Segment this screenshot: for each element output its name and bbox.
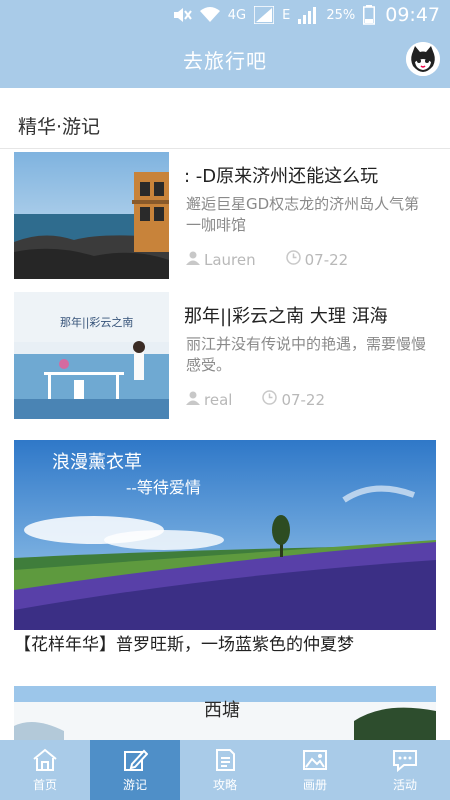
user-icon xyxy=(186,391,200,409)
article-meta: real 07-22 xyxy=(186,390,325,409)
article-meta: Lauren 07-22 xyxy=(186,250,348,269)
content-area[interactable]: 精华·游记 : -D原来济州还能这么玩 邂逅巨星GD权志龙的济州岛人气第一咖啡馆… xyxy=(0,88,450,740)
nav-label: 活动 xyxy=(392,777,417,792)
feature-banner[interactable]: 浪漫薰衣草 --等待爱情 xyxy=(14,440,436,630)
picture-icon xyxy=(303,749,327,770)
network-type-label: 4G xyxy=(227,7,247,23)
feature-banner[interactable]: 西塘 xyxy=(14,686,436,740)
feature-title[interactable]: 【花样年华】普罗旺斯，一场蓝紫色的仲夏梦 xyxy=(14,630,354,655)
banner-overlay-subtext: --等待爱情 xyxy=(126,478,201,497)
nav-label: 攻略 xyxy=(212,777,237,792)
article-item[interactable]: 那年||彩云之南 那年||彩云之南 大理 洱海 丽江并没有传说中的艳遇，需要慢慢… xyxy=(14,292,436,420)
user-icon xyxy=(186,251,200,269)
article-thumbnail: 那年||彩云之南 xyxy=(14,292,169,419)
article-date: 07-22 xyxy=(304,250,349,269)
home-icon xyxy=(33,748,57,771)
banner-overlay-text: 西塘 xyxy=(204,700,240,721)
chat-icon xyxy=(393,749,417,772)
article-author: Lauren xyxy=(204,250,256,269)
page-title: 去旅行吧 xyxy=(183,48,267,73)
nav-travelogue[interactable]: 游记 xyxy=(90,740,180,800)
nav-home[interactable]: 首页 xyxy=(0,740,90,800)
article-author: real xyxy=(204,390,233,409)
nav-label: 首页 xyxy=(32,777,57,792)
article-summary: 邂逅巨星GD权志龙的济州岛人气第一咖啡馆 xyxy=(186,195,420,234)
clock-icon xyxy=(285,250,301,269)
thumbnail-caption: 那年||彩云之南 xyxy=(60,316,134,329)
clock-time: 09:47 xyxy=(385,4,440,26)
article-date: 07-22 xyxy=(281,390,326,409)
document-icon xyxy=(216,748,235,771)
banner-overlay-text: 浪漫薰衣草 xyxy=(52,452,142,473)
mute-icon xyxy=(172,6,192,24)
cat-avatar-icon[interactable] xyxy=(406,42,440,76)
signal-icon-2 xyxy=(298,6,318,24)
nav-label: 游记 xyxy=(122,777,147,792)
nav-album[interactable]: 画册 xyxy=(270,740,360,800)
bottom-navigation: 首页 游记 攻略 画册 活动 xyxy=(0,740,450,800)
nav-guide[interactable]: 攻略 xyxy=(180,740,270,800)
nav-label: 画册 xyxy=(302,777,327,792)
article-title: : -D原来济州还能这么玩 xyxy=(184,166,379,187)
status-bar: 4G E 25% 09:47 xyxy=(0,0,450,30)
battery-percent: 25% xyxy=(326,7,356,23)
data-type-label: E xyxy=(282,7,291,23)
signal-icon-1 xyxy=(254,6,275,24)
divider xyxy=(0,148,450,149)
app-bar: 去旅行吧 xyxy=(0,30,450,88)
article-title: 那年||彩云之南 大理 洱海 xyxy=(184,306,388,327)
article-thumbnail xyxy=(14,152,169,279)
clock-icon xyxy=(262,390,278,409)
article-item[interactable]: : -D原来济州还能这么玩 邂逅巨星GD权志龙的济州岛人气第一咖啡馆 Laure… xyxy=(14,152,436,280)
nav-events[interactable]: 活动 xyxy=(360,740,450,800)
article-summary: 丽江并没有传说中的艳遇，需要慢慢感受。 xyxy=(186,335,427,374)
wifi-icon xyxy=(199,7,220,23)
edit-icon xyxy=(124,749,148,771)
battery-icon xyxy=(363,5,376,25)
section-title: 精华·游记 xyxy=(18,116,101,138)
